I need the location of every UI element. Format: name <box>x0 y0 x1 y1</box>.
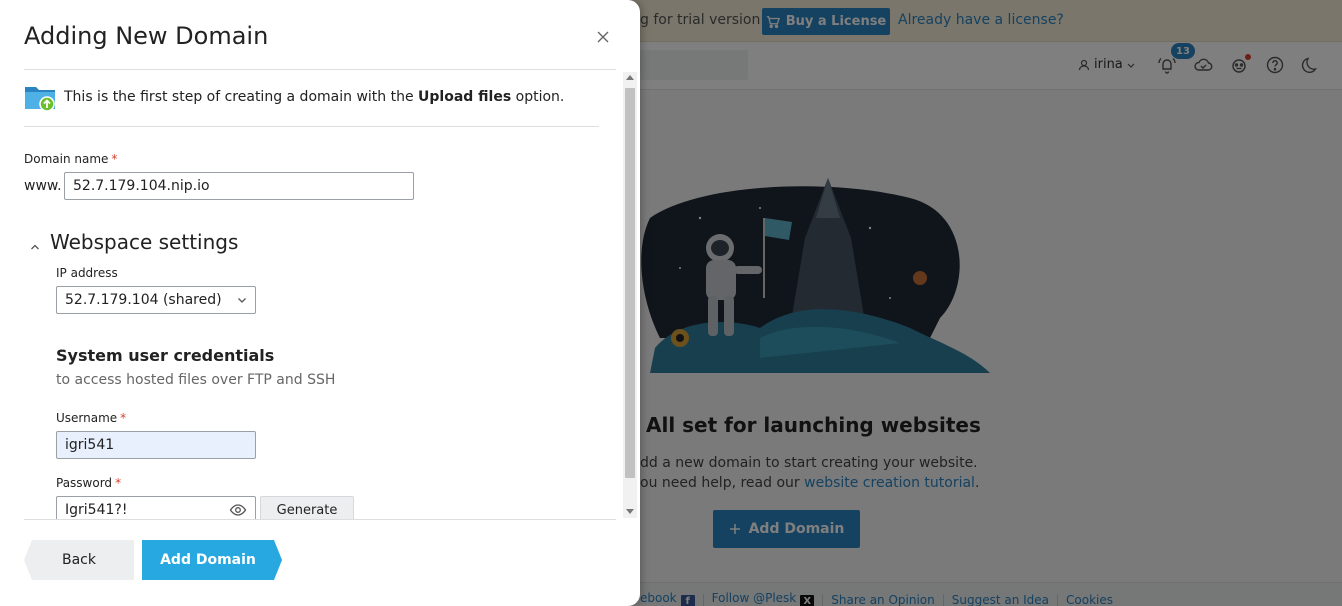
password-value: Igri541?! <box>65 502 128 518</box>
back-button[interactable]: Back <box>24 540 134 580</box>
www-prefix: www. <box>24 178 62 194</box>
required-mark: * <box>120 411 127 425</box>
scrollbar-thumb[interactable] <box>625 88 635 478</box>
ip-address-value: 52.7.179.104 (shared) <box>65 292 222 308</box>
required-mark: * <box>111 152 118 166</box>
info-bold: Upload files <box>418 89 512 105</box>
dialog-title: Adding New Domain <box>24 22 269 50</box>
username-label: Username * <box>56 411 126 425</box>
folder-upload-icon <box>24 81 56 113</box>
webspace-settings-title: Webspace settings <box>50 230 239 254</box>
close-icon[interactable] <box>594 28 612 46</box>
credentials-title: System user credentials <box>56 346 275 365</box>
ip-address-label: IP address <box>56 266 118 280</box>
info-message: This is the first step of creating a dom… <box>24 81 564 113</box>
scroll-down-arrow[interactable] <box>626 509 634 514</box>
credentials-description: to access hosted files over FTP and SSH <box>56 372 336 388</box>
domain-name-label: Domain name * <box>24 152 117 166</box>
password-input[interactable]: Igri541?! <box>56 496 256 519</box>
scroll-up-arrow[interactable] <box>626 75 634 80</box>
eye-icon[interactable] <box>229 501 247 519</box>
chevron-up-icon <box>30 237 40 250</box>
generate-password-button[interactable]: Generate <box>260 496 354 519</box>
add-domain-dialog: Adding New Domain This is the first step… <box>0 0 640 606</box>
add-domain-button[interactable]: Add Domain <box>142 540 282 580</box>
dialog-scroll-content: This is the first step of creating a dom… <box>0 70 622 519</box>
dialog-scrollbar[interactable] <box>623 72 637 518</box>
username-label-text: Username <box>56 411 118 425</box>
domain-name-label-text: Domain name <box>24 152 109 166</box>
footer-divider <box>24 519 616 520</box>
domain-name-input[interactable]: 52.7.179.104.nip.io <box>64 172 414 200</box>
password-label: Password * <box>56 476 121 490</box>
required-mark: * <box>115 476 122 490</box>
chevron-down-icon <box>238 298 246 303</box>
ip-address-select[interactable]: 52.7.179.104 (shared) <box>56 286 256 314</box>
info-divider <box>24 126 599 127</box>
info-suffix: option. <box>511 89 565 105</box>
info-text: This is the first step of creating a dom… <box>64 89 564 105</box>
username-input[interactable]: igri541 <box>56 431 256 459</box>
info-prefix: This is the first step of creating a dom… <box>64 89 419 105</box>
webspace-settings-toggle[interactable]: Webspace settings <box>30 230 238 254</box>
password-label-text: Password <box>56 476 113 490</box>
